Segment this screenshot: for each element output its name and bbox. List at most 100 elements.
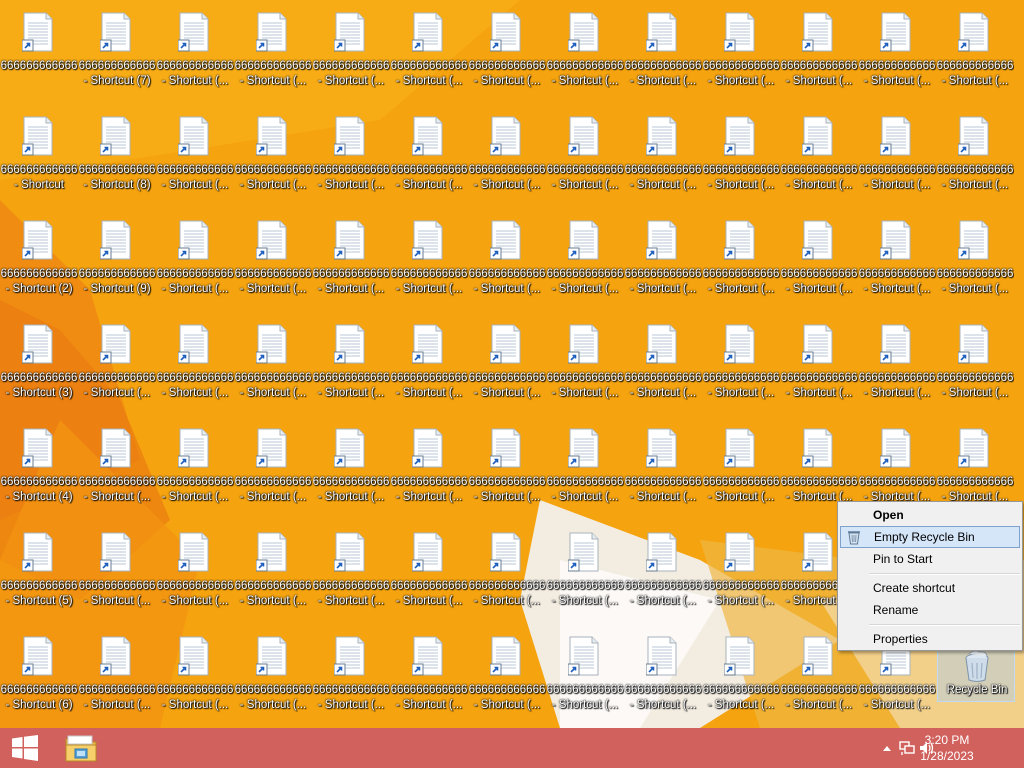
desktop-shortcut-icon[interactable]: 666666666666 - Shortcut (... (702, 208, 780, 308)
desktop-shortcut-icon[interactable]: 666666666666 - Shortcut (... (390, 416, 468, 516)
clock[interactable]: 3:20 PM 1/28/2023 (914, 732, 980, 764)
desktop-shortcut-icon[interactable]: 666666666666 - Shortcut (... (390, 208, 468, 308)
desktop-shortcut-icon[interactable]: 666666666666 - Shortcut (... (390, 312, 468, 412)
desktop-shortcut-icon[interactable]: 666666666666 - Shortcut (... (936, 208, 1014, 308)
desktop-shortcut-icon[interactable]: 666666666666 - Shortcut (0, 104, 78, 204)
desktop-shortcut-icon[interactable]: 666666666666 - Shortcut (... (936, 0, 1014, 100)
desktop-shortcut-icon[interactable]: 666666666666 - Shortcut (... (546, 624, 624, 724)
desktop-shortcut-icon[interactable]: 666666666666 - Shortcut (... (780, 208, 858, 308)
desktop[interactable]: 666666666666 666666666666- Shortcut (7) 66… (0, 0, 1024, 728)
desktop-shortcut-icon[interactable]: 666666666666 - Shortcut (... (156, 624, 234, 724)
desktop-shortcut-icon[interactable]: 666666666666 - Shortcut (... (624, 312, 702, 412)
desktop-shortcut-icon[interactable]: 666666666666 - Shortcut (... (234, 208, 312, 308)
desktop-shortcut-icon[interactable]: 666666666666 - Shortcut (... (312, 520, 390, 620)
menu-item-properties[interactable]: Properties (840, 628, 1020, 650)
desktop-shortcut-icon[interactable]: 666666666666 - Shortcut (... (702, 416, 780, 516)
desktop-shortcut-icon[interactable]: 666666666666 - Shortcut (... (624, 624, 702, 724)
shortcut-label: 666666666666 - Shortcut (... (390, 683, 468, 713)
start-button[interactable] (0, 728, 50, 768)
desktop-shortcut-icon[interactable]: 666666666666 - Shortcut (... (546, 208, 624, 308)
desktop-shortcut-icon-partial[interactable] (1016, 208, 1024, 308)
desktop-shortcut-icon[interactable]: 666666666666 - Shortcut (... (936, 312, 1014, 412)
desktop-shortcut-icon[interactable]: 666666666666 - Shortcut (... (780, 104, 858, 204)
desktop-shortcut-icon[interactable]: 666666666666 - Shortcut (... (234, 104, 312, 204)
desktop-shortcut-icon[interactable]: 666666666666 - Shortcut (... (312, 312, 390, 412)
desktop-shortcut-icon[interactable]: 666666666666 - Shortcut (... (312, 624, 390, 724)
desktop-shortcut-icon[interactable]: 666666666666 - Shortcut (... (546, 0, 624, 100)
desktop-shortcut-icon[interactable]: 666666666666 - Shortcut (... (234, 312, 312, 412)
desktop-shortcut-icon[interactable]: 666666666666 - Shortcut (7) (78, 0, 156, 100)
desktop-shortcut-icon[interactable]: 666666666666 - Shortcut (... (156, 312, 234, 412)
desktop-shortcut-icon[interactable]: 666666666666 - Shortcut (... (546, 416, 624, 516)
desktop-shortcut-icon[interactable]: 666666666666 - Shortcut (... (468, 208, 546, 308)
desktop-shortcut-icon[interactable]: 666666666666 - Shortcut (... (858, 208, 936, 308)
desktop-shortcut-icon[interactable]: 666666666666 - Shortcut (... (156, 208, 234, 308)
desktop-shortcut-icon[interactable]: 666666666666 - Shortcut (... (156, 520, 234, 620)
desktop-shortcut-icon-partial[interactable] (1016, 104, 1024, 204)
desktop-shortcut-icon[interactable]: 666666666666 - Shortcut (... (468, 0, 546, 100)
desktop-shortcut-icon[interactable]: 666666666666 - Shortcut (... (312, 208, 390, 308)
desktop-shortcut-icon[interactable]: 666666666666 - Shortcut (... (156, 416, 234, 516)
desktop-shortcut-icon[interactable]: 666666666666 - Shortcut (... (156, 104, 234, 204)
menu-item-empty-recycle-bin[interactable]: Empty Recycle Bin (840, 526, 1020, 548)
desktop-shortcut-icon[interactable]: 666666666666 - Shortcut (... (390, 0, 468, 100)
desktop-shortcut-icon[interactable]: 666666666666 - Shortcut (... (468, 624, 546, 724)
desktop-shortcut-icon[interactable]: 666666666666 - Shortcut (... (858, 0, 936, 100)
desktop-shortcut-icon[interactable]: 666666666666 - Shortcut (... (312, 416, 390, 516)
chevron-up-icon[interactable] (878, 740, 896, 756)
desktop-shortcut-icon[interactable]: 666666666666 - Shortcut (... (468, 312, 546, 412)
desktop-shortcut-icon[interactable]: 666666666666 - Shortcut (... (858, 104, 936, 204)
desktop-shortcut-icon[interactable]: 666666666666 - Shortcut (... (702, 104, 780, 204)
menu-item-rename[interactable]: Rename (840, 599, 1020, 621)
desktop-shortcut-icon[interactable]: 666666666666 - Shortcut (4) (0, 416, 78, 516)
desktop-shortcut-icon[interactable]: 666666666666 - Shortcut (... (390, 624, 468, 724)
desktop-shortcut-icon[interactable]: 666666666666 - Shortcut (... (702, 624, 780, 724)
desktop-shortcut-icon[interactable]: 666666666666 - Shortcut (... (390, 520, 468, 620)
shortcut-label-line2: - Shortcut (... (395, 387, 463, 399)
desktop-shortcut-icon[interactable]: 666666666666 - Shortcut (3) (0, 312, 78, 412)
desktop-shortcut-icon[interactable]: 666666666666 - Shortcut (... (780, 0, 858, 100)
desktop-shortcut-icon[interactable]: 666666666666 - Shortcut (5) (0, 520, 78, 620)
desktop-shortcut-icon[interactable]: 666666666666 - Shortcut (... (936, 104, 1014, 204)
desktop-shortcut-icon-partial[interactable] (1016, 312, 1024, 412)
desktop-shortcut-icon[interactable]: 666666666666 - Shortcut (... (546, 312, 624, 412)
menu-item-open[interactable]: Open (840, 504, 1020, 526)
desktop-shortcut-icon[interactable]: 666666666666 - Shortcut (... (702, 0, 780, 100)
desktop-shortcut-icon[interactable]: 666666666666 - Shortcut (... (78, 312, 156, 412)
desktop-shortcut-icon[interactable]: 666666666666 - Shortcut (... (234, 520, 312, 620)
file-explorer-taskbar-button[interactable] (58, 728, 104, 768)
desktop-shortcut-icon[interactable]: 666666666666 - Shortcut (... (624, 0, 702, 100)
desktop-shortcut-icon[interactable]: 666666666666 - Shortcut (... (468, 416, 546, 516)
desktop-shortcut-icon[interactable]: 666666666666 - Shortcut (... (312, 0, 390, 100)
desktop-shortcut-icon[interactable]: 666666666666 - Shortcut (... (234, 416, 312, 516)
menu-item-create-shortcut[interactable]: Create shortcut (840, 577, 1020, 599)
desktop-shortcut-icon[interactable]: 666666666666 - Shortcut (8) (78, 104, 156, 204)
desktop-shortcut-icon[interactable]: 666666666666 - Shortcut (2) (0, 208, 78, 308)
desktop-shortcut-icon[interactable]: 666666666666 - Shortcut (... (546, 104, 624, 204)
desktop-shortcut-icon[interactable]: 666666666666 - Shortcut (... (78, 416, 156, 516)
desktop-shortcut-icon[interactable]: 666666666666 - Shortcut (... (234, 0, 312, 100)
desktop-shortcut-icon[interactable]: 666666666666 - Shortcut (... (546, 520, 624, 620)
desktop-shortcut-icon[interactable]: 666666666666 - Shortcut (... (780, 312, 858, 412)
desktop-shortcut-icon[interactable]: 666666666666 - Shortcut (... (78, 624, 156, 724)
desktop-shortcut-icon[interactable]: 666666666666 - Shortcut (... (156, 0, 234, 100)
desktop-shortcut-icon[interactable]: 666666666666 - Shortcut (... (468, 520, 546, 620)
desktop-shortcut-icon[interactable]: 666666666666 - Shortcut (... (858, 312, 936, 412)
desktop-shortcut-icon[interactable]: 666666666666 - Shortcut (... (624, 520, 702, 620)
desktop-shortcut-icon[interactable]: 666666666666 - Shortcut (... (624, 416, 702, 516)
shortcut-label: 666666666666 - Shortcut (... (468, 683, 546, 713)
desktop-shortcut-icon[interactable]: 666666666666 - Shortcut (... (390, 104, 468, 204)
desktop-shortcut-icon[interactable]: 666666666666 - Shortcut (... (702, 520, 780, 620)
desktop-shortcut-icon[interactable]: 666666666666 - Shortcut (... (624, 104, 702, 204)
menu-item-pin-to-start[interactable]: Pin to Start (840, 548, 1020, 570)
desktop-shortcut-icon[interactable]: 666666666666 - Shortcut (... (468, 104, 546, 204)
desktop-shortcut-icon[interactable]: 666666666666 - Shortcut (... (78, 520, 156, 620)
desktop-shortcut-icon[interactable]: 666666666666 - Shortcut (... (234, 624, 312, 724)
desktop-shortcut-icon[interactable]: 666666666666 - Shortcut (9) (78, 208, 156, 308)
desktop-shortcut-icon-partial[interactable] (1016, 0, 1024, 100)
desktop-shortcut-icon[interactable]: 666666666666 - Shortcut (... (312, 104, 390, 204)
desktop-shortcut-icon[interactable]: 666666666666 - Shortcut (... (624, 208, 702, 308)
desktop-shortcut-icon[interactable]: 666666666666 (0, 0, 78, 100)
desktop-shortcut-icon[interactable]: 666666666666 - Shortcut (6) (0, 624, 78, 724)
desktop-shortcut-icon[interactable]: 666666666666 - Shortcut (... (702, 312, 780, 412)
